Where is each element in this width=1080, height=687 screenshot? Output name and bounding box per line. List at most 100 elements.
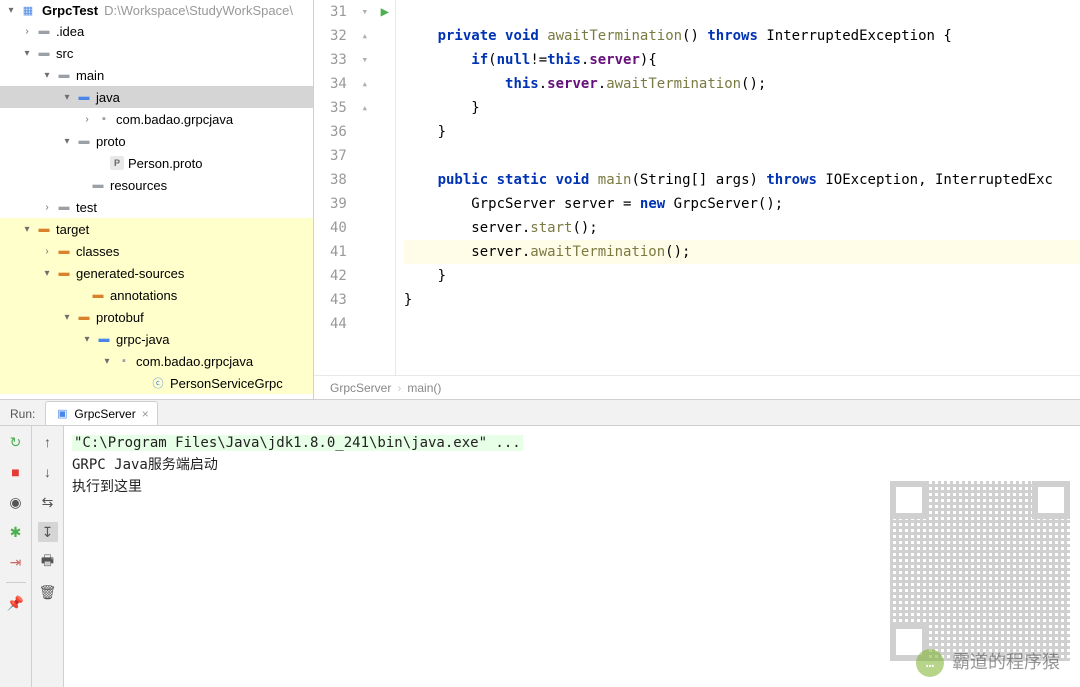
code-content[interactable]: private void awaitTermination() throws I… bbox=[396, 0, 1080, 375]
rerun-button[interactable]: ↻ bbox=[6, 432, 26, 452]
tree-label: src bbox=[56, 46, 73, 61]
tree-item-annotations[interactable]: ▬ annotations bbox=[0, 284, 313, 306]
package-icon: ▪ bbox=[96, 111, 112, 127]
tree-item-classes[interactable]: › ▬ classes bbox=[0, 240, 313, 262]
separator bbox=[6, 582, 26, 583]
tree-item-test[interactable]: › ▬ test bbox=[0, 196, 313, 218]
project-name: GrpcTest bbox=[42, 3, 98, 18]
project-icon: ▦ bbox=[20, 2, 36, 18]
tree-item-grpc-pkg[interactable]: ▾ ▪ com.badao.grpcjava bbox=[0, 350, 313, 372]
tree-item-src[interactable]: ▾ ▬ src bbox=[0, 42, 313, 64]
scroll-button[interactable]: ↧ bbox=[38, 522, 58, 542]
chevron-right-icon: › bbox=[40, 200, 54, 214]
exit-button[interactable]: ⇥ bbox=[6, 552, 26, 572]
folder-icon: ▬ bbox=[90, 287, 106, 303]
run-config-icon: ▣ bbox=[54, 406, 70, 422]
tree-item-target[interactable]: ▾ ▬ target bbox=[0, 218, 313, 240]
run-tab[interactable]: ▣ GrpcServer × bbox=[45, 401, 157, 425]
tree-label: protobuf bbox=[96, 310, 144, 325]
chevron-down-icon: ▾ bbox=[100, 354, 114, 368]
tree-item-person-proto[interactable]: P Person.proto bbox=[0, 152, 313, 174]
tree-label: java bbox=[96, 90, 120, 105]
folder-icon: ▬ bbox=[56, 199, 72, 215]
run-marker-column[interactable]: ▶ bbox=[375, 0, 395, 375]
console-line: GRPC Java服务端启动 bbox=[72, 454, 1072, 476]
breadcrumb-class[interactable]: GrpcServer bbox=[330, 381, 391, 395]
console-output[interactable]: "C:\Program Files\Java\jdk1.8.0_241\bin\… bbox=[64, 426, 1080, 687]
resources-folder-icon: ▬ bbox=[90, 177, 106, 193]
folder-icon: ▬ bbox=[36, 45, 52, 61]
proto-file-icon: P bbox=[110, 156, 124, 170]
chevron-right-icon: › bbox=[80, 112, 94, 126]
tree-item-resources[interactable]: ▬ resources bbox=[0, 174, 313, 196]
tree-label: grpc-java bbox=[116, 332, 169, 347]
tree-item-grpc-java[interactable]: ▾ ▬ grpc-java bbox=[0, 328, 313, 350]
source-folder-icon: ▬ bbox=[76, 89, 92, 105]
tree-label: com.badao.grpcjava bbox=[136, 354, 253, 369]
tree-item-proto[interactable]: ▾ ▬ proto bbox=[0, 130, 313, 152]
run-tab-name: GrpcServer bbox=[74, 407, 135, 421]
folder-icon: ▬ bbox=[76, 309, 92, 325]
project-tree[interactable]: ▾ ▦ GrpcTest D:\Workspace\StudyWorkSpace… bbox=[0, 0, 314, 399]
debug-button[interactable]: ✱ bbox=[6, 522, 26, 542]
chevron-right-icon: › bbox=[20, 24, 34, 38]
soft-wrap-button[interactable]: ⇆ bbox=[38, 492, 58, 512]
tree-label: com.badao.grpcjava bbox=[116, 112, 233, 127]
tree-item-protobuf[interactable]: ▾ ▬ protobuf bbox=[0, 306, 313, 328]
chevron-right-icon: › bbox=[40, 244, 54, 258]
target-folder-icon: ▬ bbox=[36, 221, 52, 237]
clear-button[interactable]: 🗑 bbox=[38, 582, 58, 602]
chevron-down-icon: ▾ bbox=[20, 46, 34, 60]
code-editor[interactable]: 3132333435363738394041424344 ▾▴▾▴▴ ▶ pri… bbox=[314, 0, 1080, 399]
print-button[interactable]: 🖶 bbox=[38, 552, 58, 572]
watermark-label: 霸道的程序猿 bbox=[952, 652, 1060, 674]
class-file-icon: ⓒ bbox=[150, 375, 166, 391]
tree-root[interactable]: ▾ ▦ GrpcTest D:\Workspace\StudyWorkSpace… bbox=[0, 0, 313, 20]
chevron-down-icon: ▾ bbox=[4, 3, 18, 17]
tree-label: proto bbox=[96, 134, 126, 149]
down-button[interactable]: ↓ bbox=[38, 462, 58, 482]
breadcrumb[interactable]: GrpcServer › main() bbox=[314, 375, 1080, 399]
tree-label: classes bbox=[76, 244, 119, 259]
up-button[interactable]: ↑ bbox=[38, 432, 58, 452]
pin-button[interactable]: 📌 bbox=[6, 593, 26, 613]
close-icon[interactable]: × bbox=[142, 407, 149, 421]
wechat-icon: … bbox=[916, 649, 944, 677]
tree-label: target bbox=[56, 222, 89, 237]
stop-button[interactable]: ■ bbox=[6, 462, 26, 482]
chevron-right-icon: › bbox=[397, 381, 401, 395]
screenshot-button[interactable]: ◉ bbox=[6, 492, 26, 512]
tree-label: Person.proto bbox=[128, 156, 202, 171]
tree-item-java[interactable]: ▾ ▬ java bbox=[0, 86, 313, 108]
folder-icon: ▬ bbox=[56, 67, 72, 83]
source-folder-icon: ▬ bbox=[96, 331, 112, 347]
tree-item-main[interactable]: ▾ ▬ main bbox=[0, 64, 313, 86]
package-icon: ▪ bbox=[116, 353, 132, 369]
chevron-down-icon: ▾ bbox=[40, 68, 54, 82]
tree-label: .idea bbox=[56, 24, 84, 39]
chevron-down-icon: ▾ bbox=[20, 222, 34, 236]
tree-item-gensrc[interactable]: ▾ ▬ generated-sources bbox=[0, 262, 313, 284]
tree-label: resources bbox=[110, 178, 167, 193]
line-numbers: 3132333435363738394041424344 bbox=[314, 0, 355, 375]
run-panel[interactable]: Run: ▣ GrpcServer × ↻ ■ ◉ ✱ ⇥ 📌 ↑ ↓ ⇆ ↧ … bbox=[0, 400, 1080, 687]
project-path: D:\Workspace\StudyWorkSpace\ bbox=[104, 3, 293, 18]
folder-icon: ▬ bbox=[76, 133, 92, 149]
tree-item-pkg[interactable]: › ▪ com.badao.grpcjava bbox=[0, 108, 313, 130]
chevron-down-icon: ▾ bbox=[60, 310, 74, 324]
folder-icon: ▬ bbox=[56, 265, 72, 281]
chevron-down-icon: ▾ bbox=[40, 266, 54, 280]
breadcrumb-method[interactable]: main() bbox=[407, 381, 441, 395]
folder-icon: ▬ bbox=[36, 23, 52, 39]
editor-gutter: 3132333435363738394041424344 ▾▴▾▴▴ ▶ bbox=[314, 0, 396, 375]
tree-item-idea[interactable]: › ▬ .idea bbox=[0, 20, 313, 42]
fold-column[interactable]: ▾▴▾▴▴ bbox=[355, 0, 375, 375]
qr-watermark bbox=[890, 481, 1070, 661]
tree-label: PersonServiceGrpc bbox=[170, 376, 283, 391]
tree-label: annotations bbox=[110, 288, 177, 303]
run-toolbar-left: ↻ ■ ◉ ✱ ⇥ 📌 bbox=[0, 426, 32, 687]
folder-icon: ▬ bbox=[56, 243, 72, 259]
tree-label: generated-sources bbox=[76, 266, 184, 281]
tree-item-grpc-file[interactable]: ⓒ PersonServiceGrpc bbox=[0, 372, 313, 394]
tree-label: test bbox=[76, 200, 97, 215]
